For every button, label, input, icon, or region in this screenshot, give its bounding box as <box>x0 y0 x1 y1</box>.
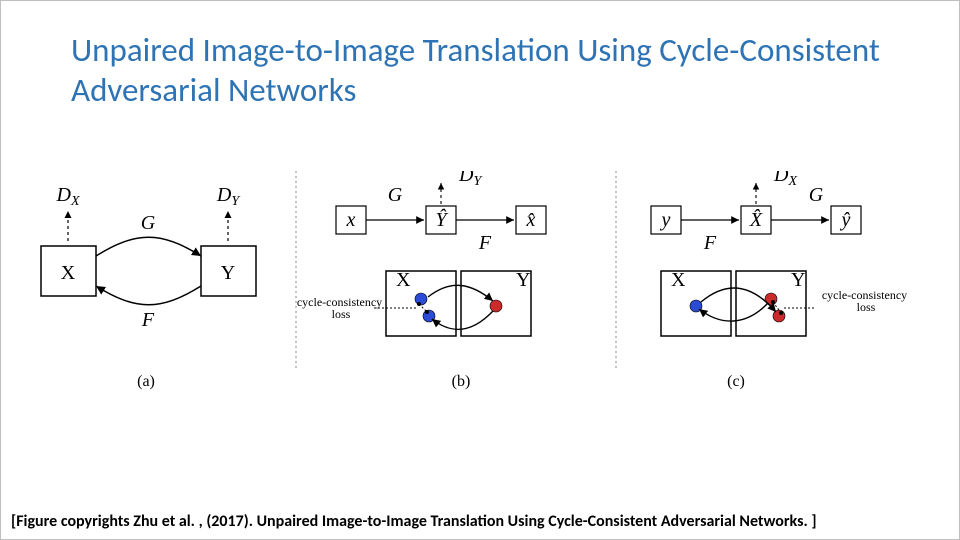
panel-b-Y: Y <box>516 269 530 291</box>
panel-a-Y: Y <box>221 262 235 284</box>
panel-c-Y: Y <box>791 269 805 291</box>
panel-a-G: G <box>141 212 156 234</box>
panel-c-yhat: ŷ <box>840 209 851 231</box>
panel-c-G: G <box>809 184 824 206</box>
dot-red-icon <box>773 310 785 322</box>
panel-c-DX: DX <box>773 171 797 189</box>
panel-b-DY: DY <box>458 171 483 189</box>
figure-svg: X Y G F DX DY (a) x Ŷ x̂ G F <box>16 171 936 401</box>
panel-a-DX: DX <box>55 184 79 209</box>
dot-blue-icon <box>415 293 427 305</box>
panel-b-label: (b) <box>452 373 471 390</box>
panel-b-xhat: x̂ <box>526 209 536 231</box>
panel-c-label: (c) <box>727 373 745 390</box>
slide: Unpaired Image-to-Image Translation Usin… <box>0 0 960 540</box>
panel-c-Xhat: X̂ <box>749 208 763 231</box>
panel-b-Yhat: Ŷ <box>435 208 448 231</box>
panel-c: y X̂ ŷ F G DX X Y <box>651 171 910 390</box>
panel-b: x Ŷ x̂ G F DY X Y <box>297 171 546 390</box>
slide-title: Unpaired Image-to-Image Translation Usin… <box>71 31 899 110</box>
panel-a-DY: DY <box>216 184 241 209</box>
dot-red-icon <box>490 300 502 312</box>
panel-b-cc: cycle-consistency loss <box>297 295 385 321</box>
figure-caption: [Figure copyrights Zhu et al. , (2017). … <box>11 512 949 531</box>
panel-b-X: X <box>396 269 411 291</box>
panel-a-label: (a) <box>137 373 155 390</box>
panel-c-cc: cycle-consistency loss <box>822 288 910 314</box>
panel-c-y: y <box>660 209 671 231</box>
panel-c-F: F <box>703 232 717 254</box>
panel-a-X: X <box>61 262 76 284</box>
panel-b-F: F <box>478 232 492 254</box>
panel-b-G: G <box>388 184 403 206</box>
panel-c-X: X <box>671 269 686 291</box>
panel-a-F: F <box>141 309 155 331</box>
panel-b-x: x <box>346 209 356 231</box>
